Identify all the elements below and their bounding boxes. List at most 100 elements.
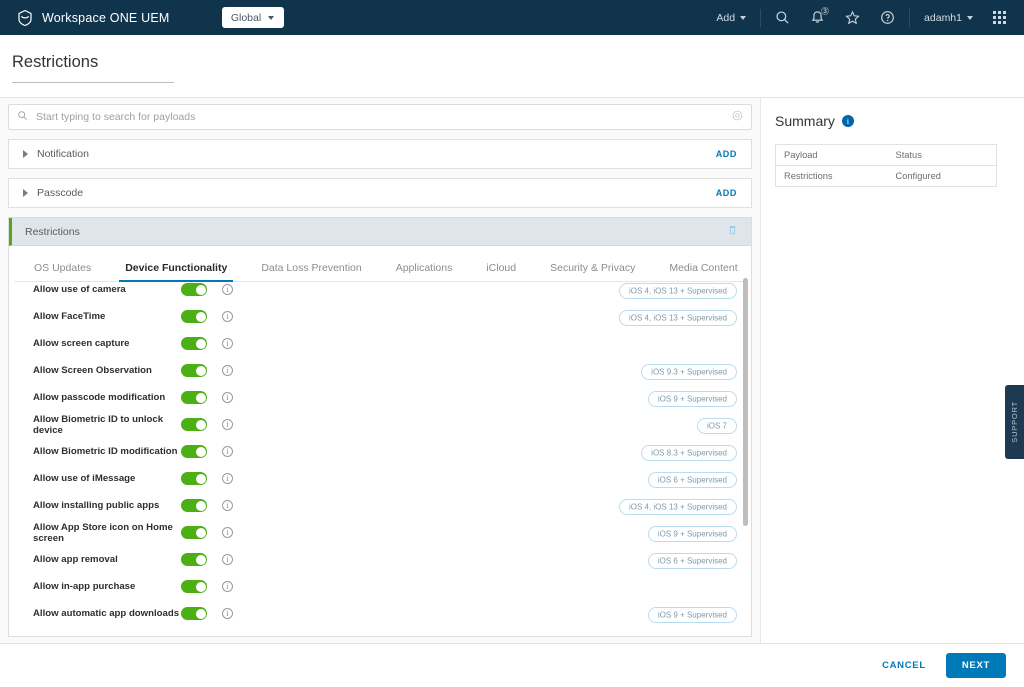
- setting-row: Allow in-app purchasei: [9, 573, 751, 600]
- payload-row-restrictions[interactable]: Restrictions: [9, 218, 751, 246]
- workspace-one-logo-icon: [16, 9, 34, 27]
- summary-heading: Summary i: [775, 113, 854, 129]
- os-requirement-badge: iOS 6 + Supervised: [648, 553, 737, 569]
- organization-group-select[interactable]: Global: [222, 7, 284, 28]
- add-payload-button[interactable]: ADD: [716, 188, 737, 198]
- summary-title: Summary: [775, 113, 835, 129]
- payload-row-passcode[interactable]: Passcode ADD: [8, 178, 752, 208]
- info-icon[interactable]: i: [222, 365, 233, 376]
- info-icon[interactable]: i: [222, 527, 233, 538]
- setting-badge-wrap: iOS 9 + Supervised: [648, 389, 737, 407]
- setting-badge-wrap: iOS 9 + Supervised: [648, 524, 737, 542]
- setting-toggle[interactable]: [181, 391, 207, 404]
- setting-toggle[interactable]: [181, 607, 207, 620]
- setting-row: Allow automatic app downloadsiiOS 9 + Su…: [9, 600, 751, 627]
- add-menu-label: Add: [716, 12, 735, 24]
- os-requirement-badge: iOS 4, iOS 13 + Supervised: [619, 283, 737, 299]
- support-tab-label: SUPPORT: [1010, 401, 1019, 443]
- info-icon[interactable]: i: [842, 115, 854, 127]
- setting-toggle[interactable]: [181, 418, 207, 431]
- setting-badge-wrap: iOS 8.3 + Supervised: [641, 443, 737, 461]
- setting-toggle[interactable]: [181, 310, 207, 323]
- brand[interactable]: Workspace ONE UEM: [8, 9, 170, 27]
- setting-toggle[interactable]: [181, 283, 207, 296]
- favorites-button[interactable]: [835, 0, 870, 35]
- info-icon[interactable]: i: [222, 338, 233, 349]
- page-body: Start typing to search for payloads Noti…: [0, 98, 1024, 643]
- app-launcher-button[interactable]: [983, 0, 1016, 35]
- setting-label: Allow Screen Observation: [33, 365, 181, 376]
- next-button[interactable]: NEXT: [946, 653, 1006, 678]
- os-requirement-badge: iOS 7: [697, 418, 737, 434]
- setting-toggle[interactable]: [181, 445, 207, 458]
- setting-toggle[interactable]: [181, 526, 207, 539]
- column-header-status: Status: [888, 145, 997, 166]
- setting-row: Allow Biometric ID to unlock device i iOS …: [9, 411, 751, 438]
- setting-toggle[interactable]: [181, 553, 207, 566]
- add-payload-button[interactable]: ADD: [716, 149, 737, 159]
- app-window: Workspace ONE UEM Global Add: [0, 0, 1024, 687]
- os-requirement-badge: iOS 9 + Supervised: [648, 391, 737, 407]
- notification-badge: 3: [821, 7, 829, 15]
- info-icon[interactable]: i: [222, 446, 233, 457]
- info-icon[interactable]: i: [222, 311, 233, 322]
- setting-toggle[interactable]: [181, 337, 207, 350]
- column-header-payload: Payload: [776, 145, 888, 166]
- user-name: adamh1: [924, 12, 962, 24]
- payload-panel: Start typing to search for payloads Noti…: [8, 104, 752, 637]
- clear-search-icon[interactable]: [732, 108, 743, 126]
- setting-badge-wrap: iOS 9.3 + Supervised: [641, 362, 737, 380]
- setting-row: Allow passcode modification i iOS 9 + Supe…: [9, 384, 751, 411]
- info-icon[interactable]: i: [222, 473, 233, 484]
- os-requirement-badge: iOS 4, iOS 13 + Supervised: [619, 310, 737, 326]
- setting-toggle[interactable]: [181, 499, 207, 512]
- info-icon[interactable]: i: [222, 608, 233, 619]
- os-requirement-badge: iOS 9 + Supervised: [648, 607, 737, 623]
- chevron-right-icon: [23, 189, 28, 197]
- setting-row: Allow use of cameraiiOS 4, iOS 13 + Supe…: [9, 276, 751, 303]
- setting-label: Allow app removal: [33, 554, 181, 565]
- setting-label: Allow Biometric ID modification: [33, 446, 181, 457]
- page-header: Restrictions: [0, 35, 1024, 98]
- info-icon[interactable]: i: [222, 284, 233, 295]
- summary-panel: Summary i Payload Status Restrictions Co…: [760, 98, 1024, 643]
- setting-toggle[interactable]: [181, 580, 207, 593]
- setting-toggle[interactable]: [181, 364, 207, 377]
- delete-payload-icon[interactable]: [727, 223, 738, 241]
- scrollbar-thumb[interactable]: [743, 278, 748, 526]
- search-input[interactable]: Start typing to search for payloads: [36, 111, 195, 123]
- info-icon[interactable]: i: [222, 419, 233, 430]
- payload-row-notification[interactable]: Notification ADD: [8, 139, 752, 169]
- help-icon: [880, 10, 895, 25]
- setting-row: Allow app removal i iOS 6 + Supervised: [9, 546, 751, 573]
- chevron-down-icon: [967, 16, 973, 20]
- add-menu-button[interactable]: Add: [706, 0, 756, 35]
- setting-label: Allow App Store icon on Home screen: [33, 522, 181, 544]
- payload-search[interactable]: Start typing to search for payloads: [8, 104, 752, 130]
- info-icon[interactable]: i: [222, 392, 233, 403]
- chevron-down-icon: [740, 16, 746, 20]
- setting-toggle[interactable]: [181, 472, 207, 485]
- setting-badge-wrap: iOS 4, iOS 13 + Supervised: [619, 497, 737, 515]
- setting-label: Allow use of iMessage: [33, 473, 181, 484]
- page-title: Restrictions: [12, 53, 98, 72]
- cancel-button[interactable]: CANCEL: [878, 654, 930, 677]
- chevron-right-icon: [23, 150, 28, 158]
- info-icon[interactable]: i: [222, 554, 233, 565]
- star-icon: [845, 10, 860, 25]
- setting-badge-wrap: iOS 9 + Supervised: [648, 605, 737, 623]
- payload-card-restrictions: Restrictions OS Updates Device Functiona…: [8, 217, 752, 637]
- notifications-button[interactable]: 3: [800, 0, 835, 35]
- settings-scrollbar[interactable]: [743, 278, 748, 633]
- setting-label: Allow FaceTime: [33, 311, 181, 322]
- help-button[interactable]: [870, 0, 905, 35]
- setting-label: Allow Biometric ID to unlock device: [33, 414, 181, 436]
- setting-label: Allow passcode modification: [33, 392, 181, 403]
- info-icon[interactable]: i: [222, 500, 233, 511]
- support-tab[interactable]: SUPPORT: [1005, 385, 1024, 459]
- info-icon[interactable]: i: [222, 581, 233, 592]
- table-row: Restrictions Configured: [776, 166, 997, 187]
- os-requirement-badge: iOS 9 + Supervised: [648, 526, 737, 542]
- search-button[interactable]: [765, 0, 800, 35]
- user-menu-button[interactable]: adamh1: [914, 0, 983, 35]
